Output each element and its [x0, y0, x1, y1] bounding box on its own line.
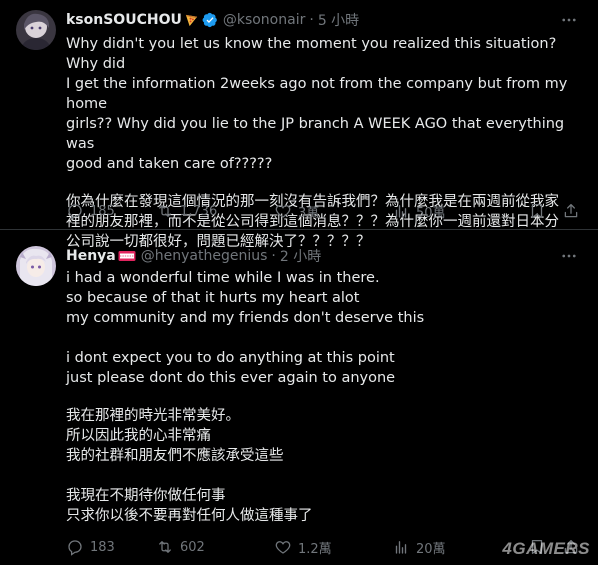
more-options-icon[interactable]	[558, 10, 580, 30]
like-button[interactable]: 3萬	[274, 202, 392, 221]
text-line: 所以因此我的心非常痛	[66, 428, 211, 444]
text-line: 我在那裡的時光非常美好。	[66, 408, 240, 424]
display-name[interactable]: Henya	[66, 248, 116, 264]
text-line: 我現在不期待你做任何事	[66, 488, 226, 504]
reply-button[interactable]: 183	[66, 538, 156, 556]
views-count: 50萬	[416, 205, 446, 221]
text-line: I get the information 2weeks ago not fro…	[66, 76, 568, 112]
handle[interactable]: @henyathegenius	[141, 248, 268, 264]
text-line: girls?? Why did you lie to the JP branch…	[66, 116, 565, 152]
share-icon	[564, 203, 578, 218]
retweet-count: 1,736	[180, 203, 218, 219]
verified-badge-icon[interactable]	[202, 12, 218, 28]
text-line: just please dont do this ever again to a…	[66, 370, 396, 386]
tweet-header: ksonSOUCHOU @ksononair · 5 小時	[66, 10, 359, 30]
timestamp[interactable]: 2 小時	[280, 246, 321, 266]
more-options-icon[interactable]	[558, 246, 580, 266]
text-line: i had a wonderful time while I was in th…	[66, 270, 380, 286]
timestamp[interactable]: 5 小時	[318, 10, 359, 30]
views-chart-icon	[395, 205, 407, 218]
like-button[interactable]: 1.2萬	[274, 538, 392, 557]
reply-icon	[68, 540, 82, 556]
avatar-image	[16, 246, 56, 286]
retweet-button[interactable]: 602	[156, 538, 274, 556]
retweet-icon	[159, 205, 171, 217]
tweet-1[interactable]: ksonSOUCHOU @ksononair · 5 小時 Why didn't…	[0, 0, 598, 250]
retweet-count: 602	[180, 539, 205, 555]
heart-icon	[275, 205, 291, 218]
tweet-header: Henya @henyathegenius · 2 小時	[66, 246, 321, 266]
avatar-image	[16, 10, 56, 50]
reply-count: 183	[90, 539, 115, 555]
tweet-text: i had a wonderful time while I was in th…	[66, 268, 584, 526]
reply-count: 185	[90, 203, 115, 219]
text-line: my community and my friends don't deserv…	[66, 310, 425, 326]
avatar[interactable]	[16, 10, 56, 50]
separator-dot: ·	[271, 248, 276, 264]
views-button[interactable]: 20萬	[392, 538, 512, 557]
action-bar: 185 1,736 3萬 50萬	[66, 201, 580, 221]
retweet-button[interactable]: 1,736	[156, 202, 274, 220]
avatar[interactable]	[16, 246, 56, 286]
ticket-icon	[118, 249, 136, 263]
views-count: 20萬	[416, 541, 446, 557]
bookmark-icon	[531, 203, 543, 219]
text-line: Why didn't you let us know the moment yo…	[66, 36, 557, 72]
reply-button[interactable]: 185	[66, 202, 156, 220]
views-chart-icon	[395, 541, 407, 554]
views-button[interactable]: 50萬	[392, 202, 512, 221]
text-line: i dont expect you to do anything at this…	[66, 350, 395, 366]
watermark-logo: 4GAMERS	[502, 539, 590, 558]
tweet-2[interactable]: Henya @henyathegenius · 2 小時 i had a won…	[0, 230, 598, 565]
separator-dot: ·	[309, 12, 314, 28]
text-line: 只求你以後不要再對任何人做這種事了	[66, 508, 313, 524]
text-line: good and taken care of?????	[66, 156, 273, 172]
heart-icon	[275, 541, 291, 554]
text-line: 我的社群和朋友們不應該承受這些	[66, 448, 284, 464]
pizza-icon	[184, 13, 199, 28]
display-name[interactable]: ksonSOUCHOU	[66, 12, 182, 28]
reply-icon	[68, 204, 82, 220]
text-line: so because of that it hurts my heart alo…	[66, 290, 360, 306]
share-button[interactable]	[562, 202, 580, 220]
like-count: 1.2萬	[298, 541, 332, 557]
bookmark-button[interactable]	[528, 202, 546, 220]
like-count: 3萬	[298, 205, 320, 221]
retweet-icon	[159, 541, 171, 553]
handle[interactable]: @ksononair	[223, 12, 306, 28]
